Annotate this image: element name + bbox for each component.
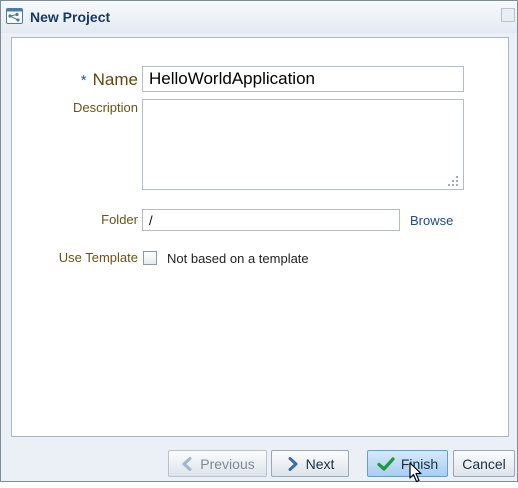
- template-checkbox[interactable]: [143, 251, 157, 265]
- template-checkbox-label[interactable]: Not based on a template: [167, 251, 309, 266]
- chevron-left-icon: [182, 456, 192, 471]
- next-button[interactable]: Next: [271, 450, 349, 477]
- browse-link[interactable]: Browse: [410, 213, 453, 228]
- cancel-button-label: Cancel: [462, 455, 506, 472]
- close-button[interactable]: [501, 8, 515, 22]
- required-indicator: *: [80, 72, 87, 89]
- description-label: Description: [72, 100, 138, 115]
- name-input[interactable]: [142, 66, 464, 92]
- folder-input[interactable]: [142, 209, 400, 231]
- cancel-button[interactable]: Cancel: [453, 450, 515, 477]
- chevron-right-icon: [288, 456, 298, 471]
- dialog-title: New Project: [30, 9, 111, 25]
- finish-button[interactable]: Finish: [367, 450, 448, 477]
- title-bar: New Project: [1, 1, 517, 33]
- finish-button-label: Finish: [400, 455, 439, 472]
- checkmark-icon: [377, 456, 395, 471]
- use-template-label: Use Template: [58, 250, 138, 265]
- resize-grip-icon[interactable]: [446, 174, 460, 188]
- description-textarea[interactable]: [142, 99, 464, 190]
- project-wizard-icon: [6, 8, 23, 24]
- previous-button[interactable]: Previous: [168, 450, 267, 477]
- form-panel: * Name Description Folder Browse Use Temp…: [11, 37, 509, 437]
- name-label-text: Name: [92, 70, 138, 89]
- next-button-label: Next: [305, 455, 335, 472]
- folder-label: Folder: [101, 212, 138, 227]
- name-label: * Name: [81, 70, 138, 90]
- previous-button-label: Previous: [200, 455, 255, 472]
- new-project-dialog: New Project * Name Description Folder: [0, 0, 518, 483]
